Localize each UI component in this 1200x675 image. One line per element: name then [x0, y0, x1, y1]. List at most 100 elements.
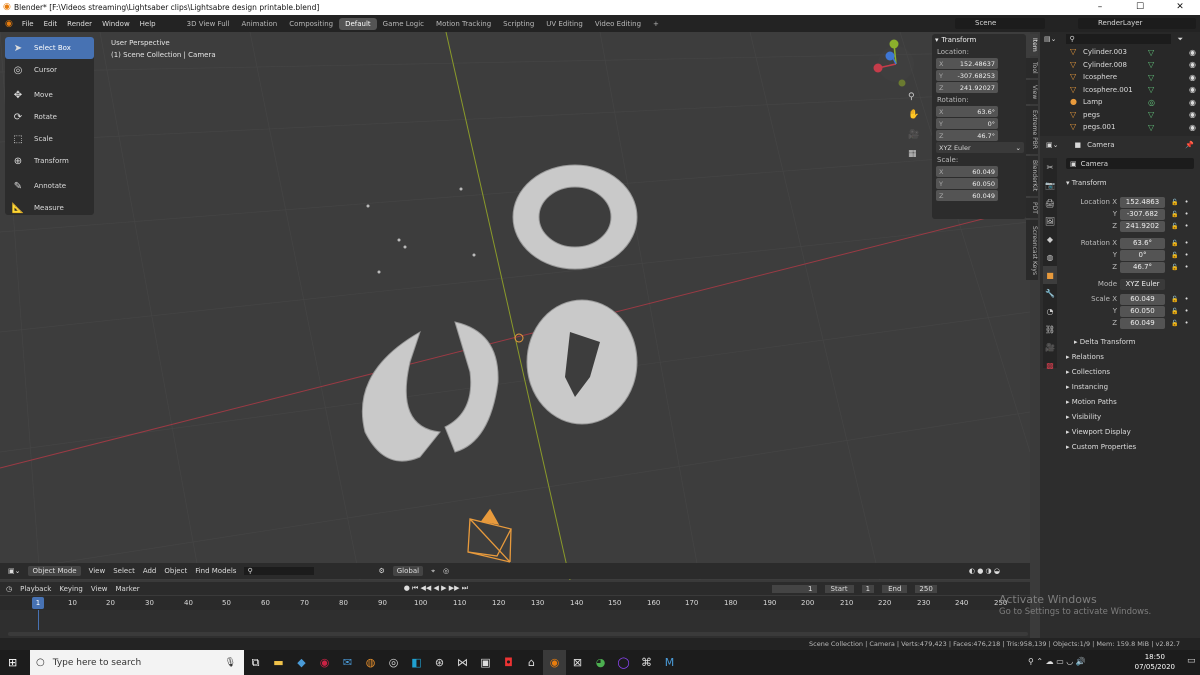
constraint-tab-icon[interactable]: ⛓	[1043, 320, 1057, 338]
tool-move[interactable]: ✥ Move	[5, 84, 94, 106]
tool-scale[interactable]: ⬚ Scale	[5, 128, 94, 150]
camera-view-icon[interactable]: 🎥	[908, 130, 919, 140]
data-tab-icon[interactable]: 🎥	[1043, 338, 1057, 356]
modifier-tab-icon[interactable]: 🔧	[1043, 284, 1057, 302]
add-workspace-button[interactable]: +	[647, 18, 665, 30]
tab-extreme-pbr[interactable]: Extreme PBR	[1026, 106, 1038, 154]
transform-orientation-select[interactable]: Global	[392, 566, 424, 576]
playback-controls[interactable]: ● ⏮ ◀◀ ◀ ▶ ▶▶ ⏭	[404, 584, 468, 593]
store-icon[interactable]: ◆	[290, 650, 313, 675]
outliner-item[interactable]: ▽ Icosphere ▽ ◉	[1040, 71, 1200, 84]
prop-rotation-mode[interactable]: Mode XYZ Euler	[1062, 278, 1196, 290]
taskbar-search[interactable]: ○ Type here to search 🎙	[30, 650, 244, 675]
app-icon[interactable]: ◧	[405, 650, 428, 675]
system-tray-icons[interactable]: ⚲ ⌃ ☁ ▭ ◡ 🔊	[1028, 657, 1086, 666]
app-icon[interactable]: ◘	[497, 650, 520, 675]
eye-icon[interactable]: ◉	[1189, 48, 1196, 57]
properties-editor-icon[interactable]: ▣⌄	[1046, 141, 1058, 149]
tool-transform[interactable]: ⊕ Transform	[5, 150, 94, 172]
keyframe-dot-icon[interactable]: •	[1184, 307, 1188, 315]
outliner-item[interactable]: ▽ pegs.001 ▽ ◉	[1040, 121, 1200, 134]
motion-paths-section[interactable]: ▸ Motion Paths	[1066, 398, 1117, 406]
tab-video-editing[interactable]: Video Editing	[589, 18, 647, 30]
lock-icon[interactable]: 🔓	[1171, 199, 1178, 206]
viewport-display-section[interactable]: ▸ Viewport Display	[1066, 428, 1131, 436]
notifications-icon[interactable]: ▭	[1187, 656, 1196, 666]
collections-section[interactable]: ▸ Collections	[1066, 368, 1110, 376]
scene-tab-icon[interactable]: ◆	[1043, 230, 1057, 248]
keyframe-dot-icon[interactable]: •	[1184, 251, 1188, 259]
tool-measure[interactable]: 📐 Measure	[5, 197, 94, 219]
prop-rotation-z[interactable]: Z 46.7° 🔓 •	[1062, 261, 1196, 273]
scale-y-field[interactable]: Y 60.050	[936, 178, 998, 189]
eye-icon[interactable]: ◉	[1189, 73, 1196, 82]
zoom-icon[interactable]: ⚲	[908, 92, 915, 102]
windows-start-icon[interactable]: ⊞	[8, 656, 17, 669]
timeline-scrollbar[interactable]	[8, 632, 1028, 636]
timeline-body[interactable]	[0, 610, 1030, 638]
outliner-item[interactable]: ▽ Cylinder.003 ▽ ◉	[1040, 46, 1200, 59]
menu-render[interactable]: Render	[67, 20, 92, 28]
close-button[interactable]: ✕	[1160, 0, 1200, 15]
clock-icon[interactable]: ◷	[6, 585, 12, 593]
search-icon[interactable]: ⚲	[244, 567, 315, 575]
current-frame-field[interactable]: 1	[772, 584, 817, 593]
app-icon[interactable]: ⌂	[520, 650, 543, 675]
gear-icon[interactable]: ⚙	[378, 567, 384, 575]
visual-studio-icon[interactable]: ⋈	[451, 650, 474, 675]
playhead[interactable]: 1	[32, 597, 44, 609]
lock-icon[interactable]: 🔓	[1171, 296, 1178, 303]
menu-add[interactable]: Add	[143, 567, 157, 575]
tab-motion-tracking[interactable]: Motion Tracking	[430, 18, 497, 30]
tab-pdt[interactable]: PDT	[1026, 198, 1038, 218]
scale-z-field[interactable]: Z 60.049	[936, 190, 998, 201]
world-tab-icon[interactable]: ◍	[1043, 248, 1057, 266]
tab-screencast-keys[interactable]: Screencast Keys	[1026, 220, 1038, 280]
rotation-y-field[interactable]: Y 0°	[936, 118, 998, 129]
tool-rotate[interactable]: ⟳ Rotate	[5, 106, 94, 128]
navigation-gizmo[interactable]: ⚲ ✋ 🎥 ▦	[870, 34, 919, 164]
snap-icon[interactable]: ⌖	[431, 567, 435, 576]
menu-select[interactable]: Select	[113, 567, 135, 575]
maximize-button[interactable]: ☐	[1120, 0, 1160, 15]
end-frame-field[interactable]: 250	[915, 584, 937, 593]
keyframe-dot-icon[interactable]: •	[1184, 239, 1188, 247]
view-layer-tab-icon[interactable]: 🖼	[1043, 212, 1057, 230]
texture-tab-icon[interactable]: ▩	[1043, 356, 1057, 374]
file-explorer-icon[interactable]: ▬	[267, 650, 290, 675]
app-icon[interactable]: ⊛	[428, 650, 451, 675]
scene-selector[interactable]: Scene	[955, 18, 1045, 29]
lock-icon[interactable]: 🔓	[1171, 320, 1178, 327]
funnel-icon[interactable]: ⏷	[1177, 35, 1183, 44]
tab-animation[interactable]: Animation	[236, 18, 284, 30]
lock-icon[interactable]: 🔓	[1171, 211, 1178, 218]
location-x-field[interactable]: X 152.48637	[936, 58, 998, 69]
keyframe-dot-icon[interactable]: •	[1184, 210, 1188, 218]
custom-properties-section[interactable]: ▸ Custom Properties	[1066, 443, 1136, 451]
scale-x-field[interactable]: X 60.049	[936, 166, 998, 177]
prop-location-y[interactable]: Y -307.682 🔓 •	[1062, 208, 1196, 220]
menu-edit[interactable]: Edit	[44, 20, 58, 28]
lock-icon[interactable]: 🔓	[1171, 264, 1178, 271]
prop-scale-z[interactable]: Z 60.049 🔓 •	[1062, 317, 1196, 329]
prop-location-z[interactable]: Z 241.9202 🔓 •	[1062, 220, 1196, 232]
app-icon[interactable]: ⌘	[635, 650, 658, 675]
search-icon[interactable]: ⚲	[1066, 34, 1172, 44]
prop-rotation-x[interactable]: Rotation X 63.6° 🔓 •	[1062, 237, 1196, 249]
obs-icon[interactable]: ◎	[382, 650, 405, 675]
object-mode-select[interactable]: Object Mode	[28, 566, 81, 576]
proportional-edit-icon[interactable]: ◎	[443, 567, 449, 575]
visibility-section[interactable]: ▸ Visibility	[1066, 413, 1101, 421]
editor-type-icon[interactable]: ▣⌄	[8, 567, 20, 575]
mail-icon[interactable]: ✉	[336, 650, 359, 675]
eye-icon[interactable]: ◉	[1189, 85, 1196, 94]
start-frame-field[interactable]: 1	[861, 584, 875, 593]
prop-location-x[interactable]: Location X 152.4863 🔓 •	[1062, 196, 1196, 208]
xbox-icon[interactable]: ⊠	[566, 650, 589, 675]
shading-solid-icon[interactable]: ◐ ● ◑ ◒	[969, 567, 1000, 575]
lock-icon[interactable]: 🔓	[1171, 308, 1178, 315]
lock-icon[interactable]: 🔓	[1171, 223, 1178, 230]
menu-object[interactable]: Object	[164, 567, 187, 575]
tool-select-box[interactable]: ➤ Select Box	[5, 37, 94, 59]
tool-annotate[interactable]: ✎ Annotate	[5, 175, 94, 197]
